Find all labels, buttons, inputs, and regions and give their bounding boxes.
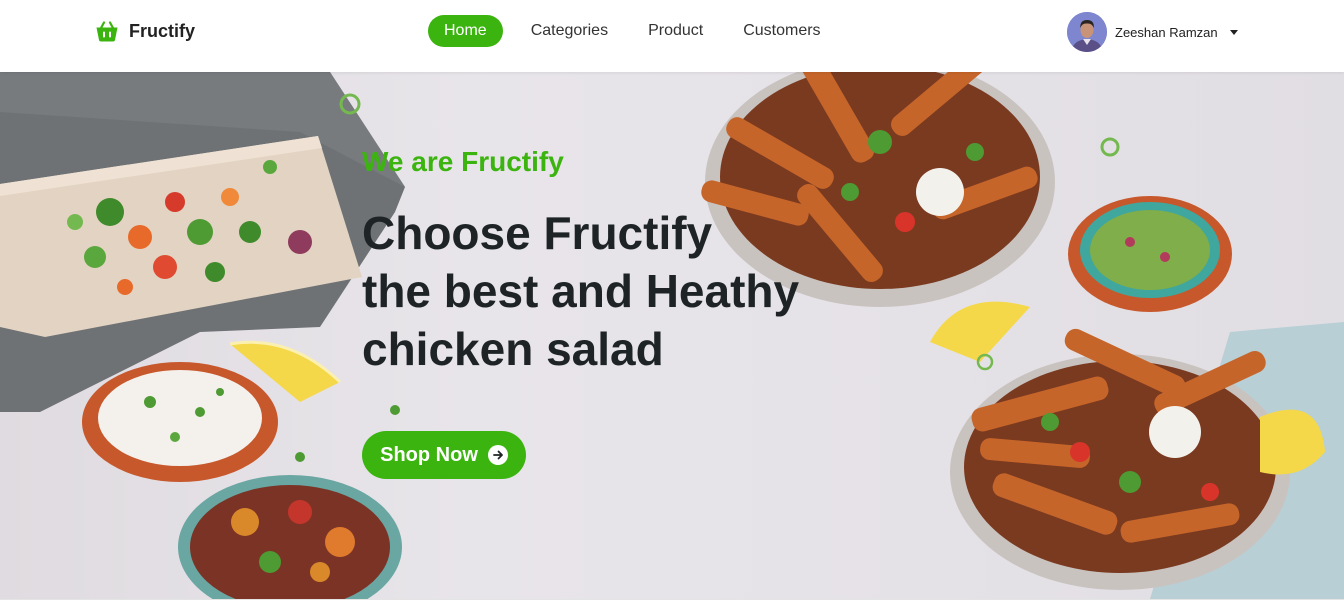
brand-logo[interactable]: Fructify [95,19,195,43]
hero-headline: Choose Fructify the best and Heathy chic… [362,204,799,378]
avatar-image [1067,12,1107,52]
main-nav: Home Categories Product Customers [428,15,841,47]
caret-down-icon [1229,29,1238,35]
hero-section: We are Fructify Choose Fructify the best… [0,72,1344,599]
hero-tagline: We are Fructify [362,146,564,177]
headline-line-1: Choose Fructify [362,207,713,259]
nav-item-categories[interactable]: Categories [511,15,628,47]
hero-text: We are Fructify Choose Fructify the best… [362,144,799,378]
nav-item-home[interactable]: Home [428,15,503,47]
shop-now-label: Shop Now [380,443,478,466]
user-name: Zeeshan Ramzan [1115,24,1218,40]
avatar [1067,12,1107,52]
basket-icon [96,21,118,42]
arrow-right-circle-icon [487,445,508,465]
shop-now-button[interactable]: Shop Now [362,431,526,479]
headline-line-2: the best and Heathy [362,265,800,317]
user-menu[interactable]: Zeeshan Ramzan [1067,12,1238,52]
headline-line-3: chicken salad [362,323,664,375]
nav-item-customers[interactable]: Customers [723,15,840,47]
nav-item-product[interactable]: Product [628,15,723,47]
brand-name: Fructify [129,20,196,41]
top-navbar: Fructify Home Categories Product Custome… [0,0,1344,72]
